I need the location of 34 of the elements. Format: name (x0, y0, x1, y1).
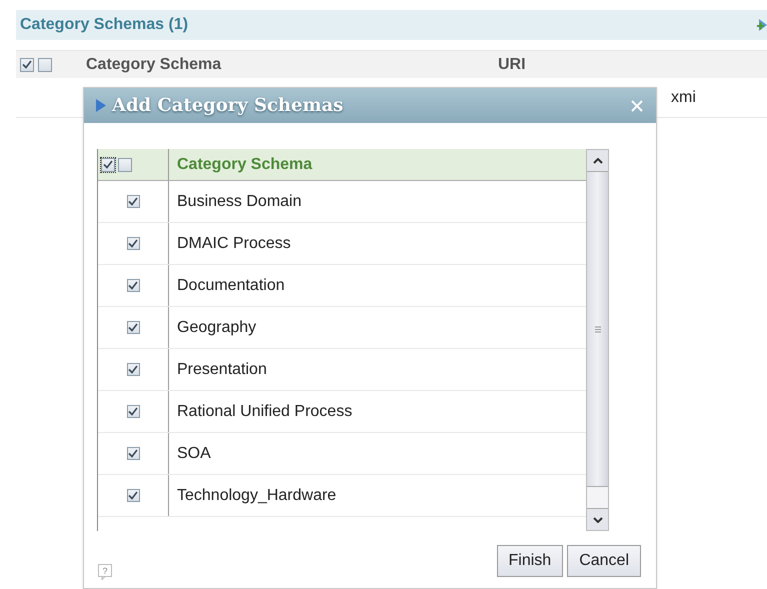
grip-icon[interactable] (594, 326, 600, 332)
checkbox[interactable] (118, 158, 132, 172)
checkbox[interactable] (126, 447, 140, 460)
list-item[interactable]: SOA (169, 442, 211, 466)
list-item[interactable]: Rational Unified Process (169, 400, 352, 424)
triangle-icon (96, 99, 106, 112)
checkbox[interactable] (126, 321, 140, 334)
checkbox[interactable] (126, 363, 140, 376)
chevron-down-icon[interactable] (592, 516, 602, 522)
checkbox[interactable] (38, 58, 52, 72)
checkbox[interactable] (126, 237, 140, 250)
dialog-title: Add Category Schemas (112, 94, 344, 118)
list-item[interactable]: Technology_Hardware (169, 484, 336, 508)
table-cell-text: xmi (671, 88, 696, 108)
list-item[interactable]: Documentation (169, 274, 285, 298)
checkbox[interactable] (101, 158, 115, 172)
checkbox[interactable] (126, 405, 140, 418)
scrollbar[interactable] (586, 149, 609, 531)
chevron-up-icon[interactable] (592, 158, 602, 164)
section-title: Category Schemas (1) (20, 15, 188, 35)
column-header[interactable]: Category Schema (86, 52, 498, 76)
checkbox[interactable] (126, 279, 140, 292)
column-header[interactable]: URI (498, 52, 526, 76)
checkbox[interactable] (126, 195, 140, 208)
dialog-button[interactable]: Cancel (567, 545, 641, 577)
checkbox[interactable] (126, 489, 140, 502)
list-item[interactable]: Presentation (169, 358, 267, 382)
add-icon[interactable] (757, 17, 767, 33)
list-item[interactable]: Geography (169, 316, 256, 340)
help-icon[interactable]: ? (98, 564, 112, 580)
checkbox[interactable] (20, 58, 34, 72)
list-item[interactable]: DMAIC Process (169, 232, 291, 256)
list-item[interactable]: Business Domain (169, 190, 302, 214)
dialog-button[interactable]: Finish (496, 545, 564, 577)
